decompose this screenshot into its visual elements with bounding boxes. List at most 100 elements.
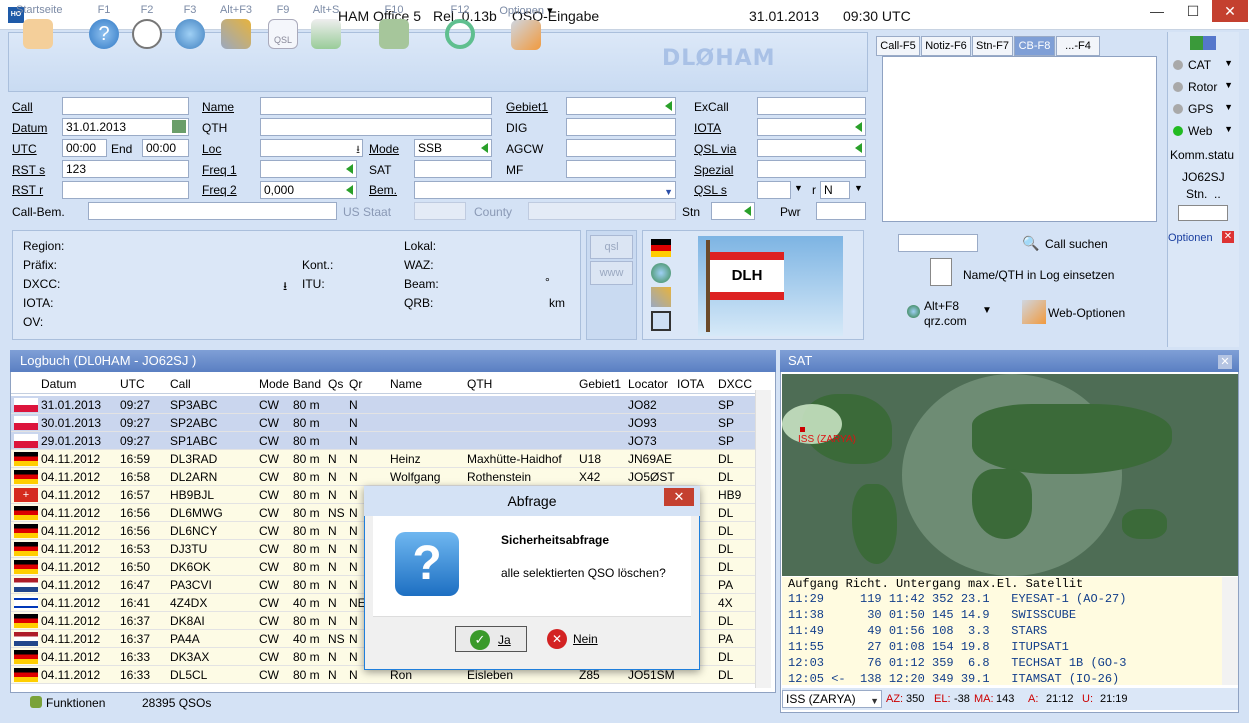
document-icon[interactable] bbox=[930, 258, 952, 286]
mode-field[interactable]: SSB bbox=[414, 139, 492, 157]
name-field[interactable] bbox=[260, 97, 492, 115]
call-bem-field[interactable] bbox=[88, 202, 337, 220]
qsl-via-field[interactable] bbox=[757, 139, 866, 157]
rst-r-field[interactable] bbox=[62, 181, 189, 199]
tools-icon[interactable] bbox=[1022, 300, 1046, 324]
col-qth[interactable]: QTH bbox=[467, 377, 492, 391]
rst-s-field[interactable]: 123 bbox=[62, 160, 189, 178]
flag-icon[interactable] bbox=[651, 239, 671, 257]
gebiet1-arrow-icon[interactable] bbox=[665, 101, 672, 111]
download-icon[interactable]: ⭳ bbox=[283, 277, 287, 298]
www-button[interactable]: www bbox=[590, 261, 633, 285]
freq2-field[interactable]: 0,000 bbox=[260, 181, 357, 199]
clipboard-textarea[interactable] bbox=[882, 56, 1157, 222]
qsl-s-field[interactable] bbox=[757, 181, 791, 199]
mode-arrow-icon[interactable] bbox=[481, 143, 488, 153]
call-suchen-button[interactable]: Call suchen bbox=[1045, 237, 1108, 251]
yes-button[interactable]: ✓ Ja bbox=[455, 626, 527, 652]
loc-field[interactable]: ⭳ bbox=[260, 139, 363, 157]
sat-row[interactable]: 12:05 <- 138 12:20 349 39.1 ITAMSAT (IO-… bbox=[788, 672, 1119, 686]
toolbar-startseite[interactable]: Startseite bbox=[16, 4, 62, 49]
close-icon[interactable]: ✕ bbox=[1222, 231, 1234, 243]
col-qr[interactable]: Qr bbox=[349, 377, 362, 391]
grid-icon[interactable] bbox=[1190, 36, 1216, 50]
mf-field[interactable] bbox=[566, 160, 676, 178]
excall-field[interactable] bbox=[757, 97, 866, 115]
chevron-down-icon[interactable]: ▼ bbox=[664, 184, 673, 200]
col-utc[interactable]: UTC bbox=[120, 377, 145, 391]
end-field[interactable]: 00:00 bbox=[142, 139, 189, 157]
chevron-down-icon[interactable]: ▼ bbox=[870, 693, 879, 709]
gebiet1-field[interactable] bbox=[566, 97, 676, 115]
side-web[interactable]: Web ▼ bbox=[1173, 124, 1237, 142]
tab-f4[interactable]: ...-F4 bbox=[1056, 36, 1100, 56]
col-name[interactable]: Name bbox=[390, 377, 422, 391]
satellite-icon[interactable] bbox=[651, 287, 671, 307]
minimize-button[interactable]: — bbox=[1140, 0, 1174, 22]
freq2-arrow-icon[interactable] bbox=[346, 185, 353, 195]
magnifier-icon[interactable]: 🔍 bbox=[1022, 235, 1039, 252]
qsl-r-field[interactable]: N bbox=[820, 181, 850, 199]
table-row[interactable]: 04.11.2012 16:59 DL3RAD CW 80 m N N Heinz Maxhüt… bbox=[11, 450, 755, 468]
sat-field[interactable] bbox=[414, 160, 492, 178]
iota-arrow-icon[interactable] bbox=[855, 122, 862, 132]
no-button[interactable]: ✕ Nein bbox=[545, 626, 617, 652]
col-datum[interactable]: Datum bbox=[41, 377, 76, 391]
maximize-button[interactable]: ☐ bbox=[1176, 0, 1210, 22]
col-band[interactable]: Band bbox=[293, 377, 321, 391]
pwr-field[interactable] bbox=[816, 202, 866, 220]
log-einsetzen-button[interactable]: Name/QTH in Log einsetzen bbox=[963, 268, 1114, 282]
qth-field[interactable] bbox=[260, 118, 492, 136]
side-gps[interactable]: GPS ▼ bbox=[1173, 102, 1237, 120]
sat-row[interactable]: 11:49 49 01:56 108 3.3 STARS bbox=[788, 624, 1047, 638]
qsl-via-arrow-icon[interactable] bbox=[855, 143, 862, 153]
funktionen-button[interactable]: Funktionen bbox=[46, 696, 105, 710]
close-icon[interactable]: ✕ bbox=[1218, 355, 1232, 369]
dialog-close-button[interactable]: ✕ bbox=[664, 488, 694, 506]
sat-row[interactable]: 11:38 30 01:50 145 14.9 SWISSCUBE bbox=[788, 608, 1076, 622]
table-row[interactable]: 30.01.2013 09:27 SP2ABC CW 80 m N JO93 SP bbox=[11, 414, 755, 432]
logbook-scrollbar[interactable] bbox=[755, 390, 771, 688]
stn-arrow-icon[interactable] bbox=[744, 206, 751, 216]
freq1-arrow-icon[interactable] bbox=[346, 164, 353, 174]
chevron-down-icon[interactable]: ▼ bbox=[1224, 80, 1233, 90]
utc-field[interactable]: 00:00 bbox=[62, 139, 107, 157]
toolbar-f2[interactable]: F2 bbox=[125, 4, 169, 49]
col-iota[interactable]: IOTA bbox=[677, 377, 704, 391]
side-optionen-link[interactable]: Optionen bbox=[1168, 232, 1213, 244]
tab-call-f5[interactable]: Call-F5 bbox=[876, 36, 920, 56]
sat-row[interactable]: 12:03 76 01:12 359 6.8 TECHSAT 1B (GO-3 bbox=[788, 656, 1126, 670]
satellite-select[interactable]: ISS (ZARYA) ▼ bbox=[782, 690, 882, 708]
computer-icon[interactable] bbox=[651, 311, 671, 331]
spezial-field[interactable] bbox=[757, 160, 866, 178]
bem-field[interactable]: ▼ bbox=[414, 181, 676, 199]
chevron-down-icon[interactable]: ▼ bbox=[1224, 58, 1233, 68]
toggle-switch[interactable] bbox=[1178, 205, 1228, 221]
toolbar-f12[interactable]: F12 bbox=[438, 4, 482, 49]
calendar-icon[interactable] bbox=[172, 120, 186, 133]
toolbar-f10[interactable]: F10 bbox=[372, 4, 416, 49]
iota-field[interactable] bbox=[757, 118, 866, 136]
qsl-button[interactable]: qsl bbox=[590, 235, 633, 259]
toolbar-alt-s[interactable]: Alt+S bbox=[304, 4, 348, 49]
toolbar-optionen[interactable]: Optionen ▾ bbox=[490, 4, 562, 50]
functions-icon[interactable] bbox=[30, 696, 42, 708]
close-window-button[interactable]: ✕ bbox=[1212, 0, 1248, 22]
col-call[interactable]: Call bbox=[170, 377, 191, 391]
qrz-label[interactable]: Alt+F8 bbox=[924, 299, 959, 313]
col-qs[interactable]: Qs bbox=[328, 377, 343, 391]
chevron-down-icon[interactable]: ▼ bbox=[1224, 102, 1233, 112]
tab-stn-f7[interactable]: Stn-F7 bbox=[972, 36, 1013, 56]
col-locator[interactable]: Locator bbox=[628, 377, 668, 391]
tab-cb-f8[interactable]: CB-F8 bbox=[1014, 36, 1055, 56]
globe-icon[interactable] bbox=[651, 263, 671, 283]
sat-row[interactable]: 11:55 27 01:08 154 19.8 ITUPSAT1 bbox=[788, 640, 1069, 654]
tab-notiz-f6[interactable]: Notiz-F6 bbox=[921, 36, 971, 56]
chevron-down-icon[interactable]: ▼ bbox=[982, 305, 992, 316]
freq1-field[interactable] bbox=[260, 160, 357, 178]
chevron-down-icon[interactable]: ▼ bbox=[854, 183, 863, 193]
datum-field[interactable]: 31.01.2013 bbox=[62, 118, 189, 136]
table-row[interactable]: 04.11.2012 16:58 DL2ARN CW 80 m N N Wolfgang Rot… bbox=[11, 468, 755, 486]
sat-scrollbar[interactable] bbox=[1222, 577, 1238, 685]
satellite-world-map[interactable]: ISS (ZARYA) bbox=[782, 374, 1238, 576]
